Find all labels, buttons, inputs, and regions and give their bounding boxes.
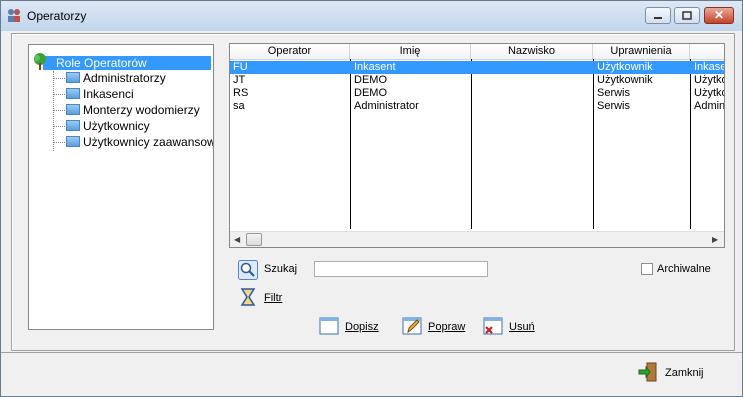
archive-checkbox[interactable] bbox=[641, 263, 653, 275]
tree-root-roles[interactable]: Role Operatorów bbox=[43, 56, 211, 70]
cell-imie: Administrator bbox=[354, 100, 419, 112]
folder-icon bbox=[66, 136, 80, 147]
close-icon: ✕ bbox=[713, 8, 725, 22]
horizontal-scrollbar[interactable]: ◀ ▶ bbox=[230, 231, 724, 247]
tree-connector bbox=[53, 110, 65, 111]
delete-label: Usuń bbox=[509, 321, 535, 333]
cell-extra: Admini bbox=[694, 100, 724, 112]
exit-door-icon bbox=[638, 362, 657, 382]
close-label: Zamknij bbox=[665, 367, 704, 379]
footer-divider bbox=[1, 352, 742, 353]
tree-item-uzytkownicy-zaawansowani[interactable]: Użytkownicy zaawansow bbox=[66, 134, 214, 150]
cell-extra: Użytko bbox=[694, 74, 724, 86]
cell-imie: DEMO bbox=[354, 87, 387, 99]
column-header-nazwisko[interactable]: Nazwisko bbox=[471, 44, 593, 59]
table-row[interactable]: JT DEMO Użytkownik Użytko bbox=[230, 74, 724, 87]
table-row[interactable]: RS DEMO Serwis Użytko bbox=[230, 87, 724, 100]
minimize-button[interactable] bbox=[645, 7, 671, 24]
grid-header: Operator Imię Nazwisko Uprawnienia bbox=[230, 44, 724, 60]
tree-connector bbox=[53, 78, 65, 79]
tree-connector bbox=[53, 126, 65, 127]
edit-icon bbox=[402, 317, 422, 335]
folder-icon bbox=[66, 72, 80, 83]
column-header-operator[interactable]: Operator bbox=[230, 44, 350, 59]
cell-imie: DEMO bbox=[354, 74, 387, 86]
cell-uprawnienia: Użytkownik bbox=[597, 74, 653, 86]
tree-item-label: Użytkownicy zaawansow bbox=[83, 135, 214, 149]
window-title: Operatorzy bbox=[27, 9, 87, 23]
column-header-extra[interactable] bbox=[690, 44, 724, 59]
archive-label: Archiwalne bbox=[657, 263, 711, 275]
cell-operator: sa bbox=[233, 100, 245, 112]
column-header-uprawnienia[interactable]: Uprawnienia bbox=[593, 44, 690, 59]
hourglass-icon bbox=[240, 288, 256, 306]
add-record-icon bbox=[319, 317, 339, 335]
cell-extra: Inkase bbox=[694, 61, 724, 73]
scroll-left-icon[interactable]: ◀ bbox=[234, 235, 240, 244]
tree-item-administratorzy[interactable]: Administratorzy bbox=[66, 70, 166, 86]
tree-icon bbox=[34, 53, 46, 70]
folder-icon bbox=[66, 104, 80, 115]
cell-uprawnienia: Serwis bbox=[597, 100, 631, 112]
folder-icon bbox=[66, 88, 80, 99]
search-label: Szukaj bbox=[264, 263, 298, 275]
table-row[interactable]: sa Administrator Serwis Admini bbox=[230, 100, 724, 113]
tree-item-label: Inkasenci bbox=[83, 87, 134, 101]
cell-nazwisko bbox=[472, 87, 593, 100]
add-label: Dopisz bbox=[345, 321, 379, 333]
tree-item-inkasenci[interactable]: Inkasenci bbox=[66, 86, 134, 102]
main-panel: Role Operatorów Administratorzy Inkasenc… bbox=[11, 33, 735, 351]
cell-nazwisko bbox=[472, 100, 593, 113]
tree-item-uzytkownicy[interactable]: Użytkownicy bbox=[66, 118, 150, 134]
roles-tree[interactable]: Role Operatorów Administratorzy Inkasenc… bbox=[28, 44, 214, 330]
operators-grid[interactable]: Operator Imię Nazwisko Uprawnienia FU In… bbox=[229, 43, 725, 248]
tree-item-label: Administratorzy bbox=[83, 71, 166, 85]
close-window-button[interactable]: ✕ bbox=[704, 7, 734, 24]
filter-label: Filtr bbox=[264, 292, 283, 304]
scrollbar-thumb[interactable] bbox=[246, 233, 262, 246]
tree-connector bbox=[53, 142, 65, 143]
scroll-right-icon[interactable]: ▶ bbox=[712, 235, 718, 244]
cell-extra: Użytko bbox=[694, 87, 724, 99]
cell-operator: RS bbox=[233, 87, 249, 99]
cell-nazwisko bbox=[472, 61, 593, 74]
maximize-button[interactable] bbox=[674, 7, 700, 24]
operators-window: Operatorzy ✕ Role Operatorów Administrat… bbox=[0, 0, 743, 397]
cell-uprawnienia: Użytkownik bbox=[597, 61, 653, 73]
tree-root-label: Role Operatorów bbox=[56, 56, 147, 70]
column-header-imie[interactable]: Imię bbox=[350, 44, 471, 59]
cell-imie: Inkasent bbox=[354, 61, 396, 73]
cell-operator: JT bbox=[233, 74, 246, 86]
tree-item-label: Monterzy wodomierzy bbox=[83, 103, 200, 117]
tree-item-monterzy[interactable]: Monterzy wodomierzy bbox=[66, 102, 200, 118]
tree-connector bbox=[53, 94, 65, 95]
tree-connector bbox=[53, 71, 54, 151]
table-row[interactable]: FU Inkasent Użytkownik Inkase bbox=[230, 61, 724, 74]
folder-icon bbox=[66, 120, 80, 131]
delete-icon bbox=[483, 317, 503, 335]
search-icon bbox=[238, 260, 258, 280]
search-input[interactable] bbox=[314, 261, 488, 277]
title-bar[interactable]: Operatorzy ✕ bbox=[1, 1, 742, 31]
edit-label: Popraw bbox=[428, 321, 466, 333]
tree-item-label: Użytkownicy bbox=[83, 119, 150, 133]
maximize-icon bbox=[682, 11, 692, 20]
app-icon bbox=[8, 9, 20, 22]
cell-operator: FU bbox=[233, 61, 248, 73]
cell-nazwisko bbox=[472, 74, 593, 87]
cell-uprawnienia: Serwis bbox=[597, 87, 631, 99]
minimize-icon bbox=[654, 17, 662, 19]
